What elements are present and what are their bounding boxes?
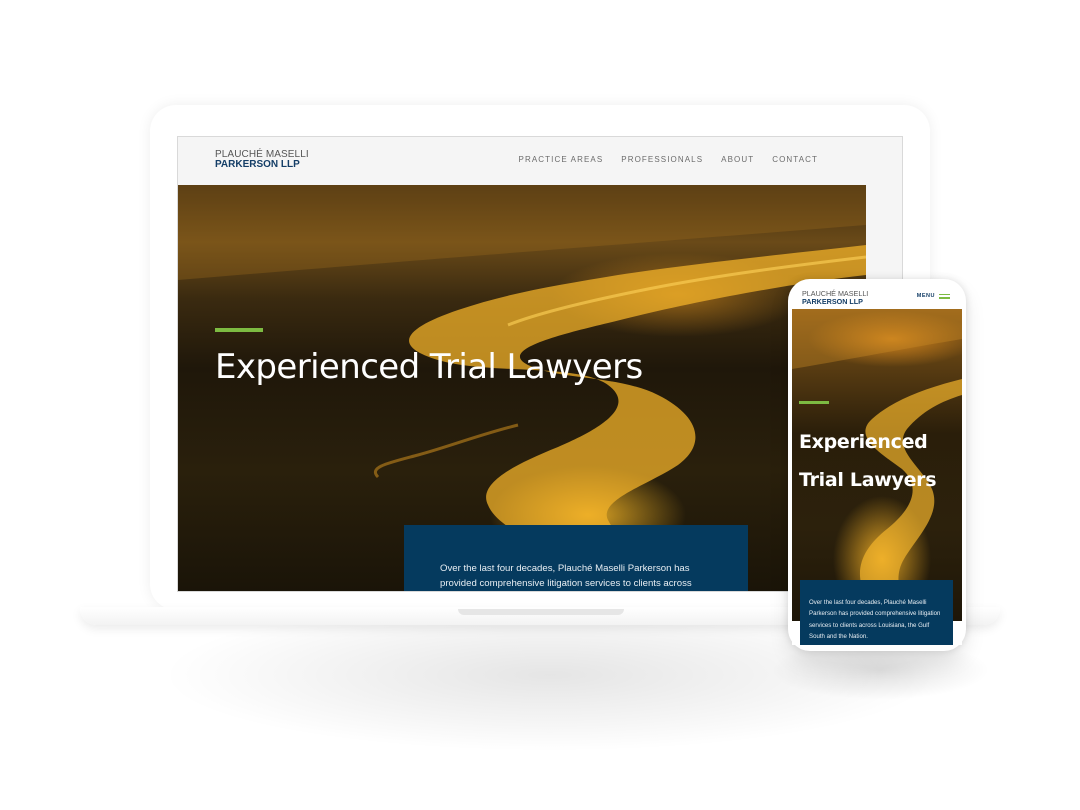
main-nav: PRACTICE AREAS PROFESSIONALS ABOUT CONTA… bbox=[519, 155, 818, 164]
mobile-hero-intro-box: Over the last four decades, Plauché Mase… bbox=[800, 580, 953, 645]
nav-item-contact[interactable]: CONTACT bbox=[772, 155, 818, 164]
mobile-site-logo[interactable]: PLAUCHÉ MASELLI PARKERSON LLP bbox=[802, 290, 868, 306]
mobile-hero-banner: Experienced Trial Lawyers bbox=[792, 309, 962, 621]
phone-screen: PLAUCHÉ MASELLI PARKERSON LLP MENU Exper… bbox=[792, 285, 962, 645]
hero-intro-text: Over the last four decades, Plauché Mase… bbox=[440, 563, 692, 589]
nav-item-professionals[interactable]: PROFESSIONALS bbox=[621, 155, 703, 164]
site-logo[interactable]: PLAUCHÉ MASELLI PARKERSON LLP bbox=[215, 150, 309, 170]
mobile-hero-intro-text: Over the last four decades, Plauché Mase… bbox=[809, 599, 941, 640]
mobile-menu-button[interactable]: MENU bbox=[917, 293, 950, 299]
mobile-logo-line-2: PARKERSON LLP bbox=[802, 297, 863, 306]
hero-banner: Experienced Trial Lawyers Over the last … bbox=[178, 185, 866, 591]
mobile-hero-accent-bar bbox=[799, 401, 829, 404]
nav-item-about[interactable]: ABOUT bbox=[721, 155, 754, 164]
logo-line-2: PARKERSON LLP bbox=[215, 159, 300, 170]
nav-item-practice-areas[interactable]: PRACTICE AREAS bbox=[519, 155, 604, 164]
mobile-menu-label: MENU bbox=[916, 293, 935, 299]
hamburger-icon bbox=[939, 293, 950, 299]
site-header: PLAUCHÉ MASELLI PARKERSON LLP PRACTICE A… bbox=[178, 137, 902, 185]
hero-title: Experienced Trial Lawyers bbox=[215, 347, 643, 387]
hero-accent-bar bbox=[215, 328, 263, 332]
laptop-notch bbox=[458, 609, 624, 615]
mobile-header: PLAUCHÉ MASELLI PARKERSON LLP MENU bbox=[792, 285, 962, 309]
hero-intro-box: Over the last four decades, Plauché Mase… bbox=[404, 525, 748, 591]
mobile-hero-title: Experienced Trial Lawyers bbox=[799, 431, 937, 491]
